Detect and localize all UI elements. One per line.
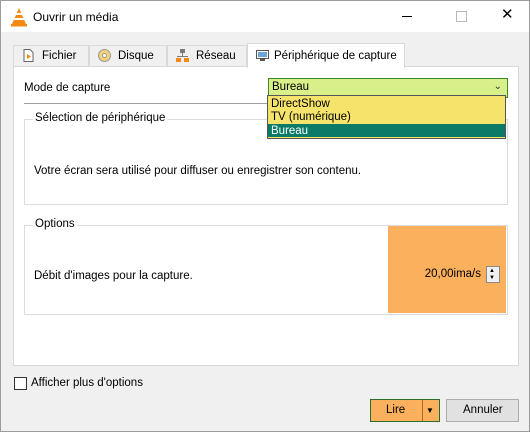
tab-disque[interactable]: Disque: [89, 45, 167, 66]
tab-label: Disque: [118, 50, 154, 62]
caret-down-icon[interactable]: ▼: [426, 406, 434, 415]
tab-peripherique-de-capture[interactable]: Périphérique de capture: [247, 43, 405, 68]
capture-mode-value: Bureau: [272, 81, 310, 93]
option-directshow[interactable]: DirectShow: [268, 97, 505, 110]
title-bar: Ouvrir un média ✕: [1, 1, 529, 32]
capture-device-icon: [256, 50, 269, 61]
tab-label: Fichier: [42, 50, 77, 62]
minimize-button[interactable]: [384, 1, 430, 32]
device-description: Votre écran sera utilisé pour diffuser o…: [34, 165, 362, 177]
divider: [422, 400, 423, 421]
capture-mode-label: Mode de capture: [24, 82, 111, 94]
device-selection-title: Sélection de périphérique: [33, 112, 168, 124]
maximize-icon: [456, 11, 467, 22]
open-media-dialog: Ouvrir un média ✕ Fichier Disque Réseau …: [0, 0, 530, 432]
option-bureau[interactable]: Bureau: [268, 124, 505, 137]
spin-down-icon[interactable]: ▼: [489, 275, 495, 281]
option-tv-numerique[interactable]: TV (numérique): [268, 110, 505, 123]
capture-mode-dropdown: DirectShow TV (numérique) Bureau: [267, 95, 506, 139]
disc-icon: [98, 49, 111, 62]
play-button[interactable]: Lire ▼: [370, 399, 440, 422]
minimize-icon: [402, 16, 412, 17]
frame-rate-input[interactable]: 20,00ima/s: [425, 268, 481, 280]
options-group: Options Débit d'images pour la capture. …: [24, 218, 508, 315]
frame-rate-label: Débit d'images pour la capture.: [34, 270, 193, 282]
chevron-down-icon: ⌄: [493, 81, 502, 92]
frame-rate-highlight: 20,00ima/s ▲ ▼: [388, 226, 506, 313]
tab-label: Périphérique de capture: [274, 50, 397, 62]
options-title: Options: [33, 218, 77, 230]
divider: [24, 103, 278, 104]
vlc-cone-icon: [11, 8, 27, 27]
window-title: Ouvrir un média: [33, 10, 119, 24]
file-icon: [23, 49, 34, 62]
cancel-label: Annuler: [463, 404, 503, 416]
play-label: Lire: [386, 404, 406, 416]
show-more-label: Afficher plus d'options: [31, 377, 143, 389]
close-button[interactable]: ✕: [484, 1, 530, 32]
spin-up-icon[interactable]: ▲: [489, 268, 495, 274]
show-more-checkbox[interactable]: [14, 377, 27, 390]
frame-rate-spinner[interactable]: ▲ ▼: [486, 266, 500, 283]
maximize-button[interactable]: [438, 1, 484, 32]
network-icon: [176, 49, 189, 62]
tab-reseau[interactable]: Réseau: [167, 45, 247, 66]
close-icon: ✕: [501, 6, 514, 23]
tab-fichier[interactable]: Fichier: [13, 45, 89, 66]
tab-label: Réseau: [196, 50, 236, 62]
cancel-button[interactable]: Annuler: [446, 399, 519, 422]
